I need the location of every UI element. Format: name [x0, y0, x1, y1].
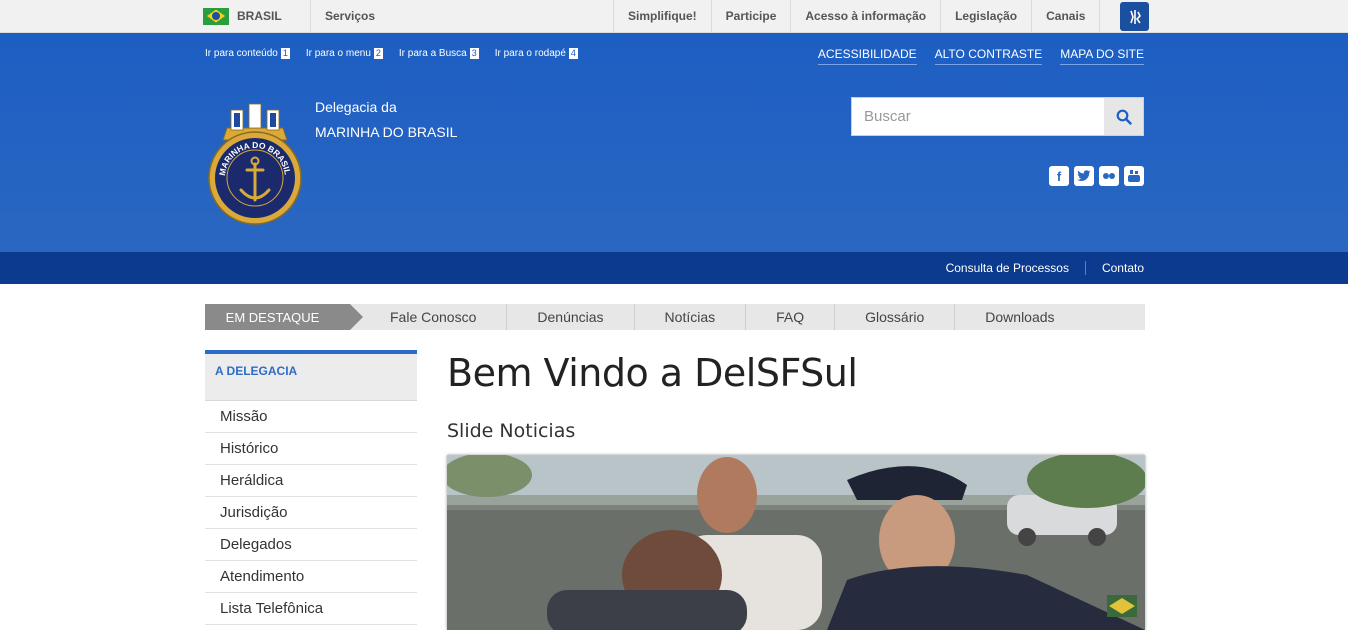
servicos-link[interactable]: Serviços — [310, 0, 375, 32]
sidebar-item-jurisdicao[interactable]: Jurisdição — [205, 497, 417, 529]
news-slide-image[interactable] — [447, 455, 1145, 630]
highlight-item-faq[interactable]: FAQ — [745, 304, 834, 330]
alto-contraste-link[interactable]: ALTO CONTRASTE — [934, 47, 1043, 65]
sidebar-heading: A DELEGACIA — [205, 350, 417, 401]
flickr-icon[interactable] — [1099, 166, 1119, 186]
sidebar-item-historico[interactable]: Histórico — [205, 433, 417, 465]
skip-link-footer[interactable]: Ir para o rodapé 4 — [495, 48, 578, 59]
sidebar-item-atendimento[interactable]: Atendimento — [205, 561, 417, 593]
page-title: Bem Vindo a DelSFSul — [447, 351, 858, 395]
mapa-do-site-link[interactable]: MAPA DO SITE — [1060, 47, 1144, 65]
social-links: f — [1049, 166, 1144, 186]
sidebar-item-missao[interactable]: Missão — [205, 401, 417, 433]
gov-links: Simplifique! Participe Acesso à informaç… — [613, 0, 1101, 32]
site-pre-title: Delegacia da — [315, 99, 397, 115]
section-title: Slide Noticias — [447, 420, 576, 442]
sidebar-item-delegados[interactable]: Delegados — [205, 529, 417, 561]
accessibility-links: ACESSIBILIDADE ALTO CONTRASTE MAPA DO SI… — [817, 47, 1144, 65]
gov-link-simplifique[interactable]: Simplifique! — [613, 0, 711, 32]
twitter-icon[interactable] — [1074, 166, 1094, 186]
search-button[interactable] — [1104, 98, 1143, 135]
skip-link-menu[interactable]: Ir para o menu 2 — [306, 48, 383, 59]
gov-link-canais[interactable]: Canais — [1031, 0, 1101, 32]
highlight-item-noticias[interactable]: Notícias — [633, 304, 746, 330]
main-content: Bem Vindo a DelSFSul Slide Noticias — [447, 350, 1145, 630]
sidebar-item-lista-telefonica[interactable]: Lista Telefônica — [205, 593, 417, 625]
search-input[interactable] — [852, 98, 1104, 135]
skip-link-content[interactable]: Ir para conteúdo 1 — [205, 48, 290, 59]
site-title-block: Delegacia da Capitania dos Portos em São… — [315, 99, 1219, 536]
highlight-items: Fale Conosco Denúncias Notícias FAQ Glos… — [373, 304, 1085, 330]
gov-link-legislacao[interactable]: Legislação — [940, 0, 1031, 32]
highlight-nav: EM DESTAQUE Fale Conosco Denúncias Notíc… — [205, 304, 1145, 330]
youtube-icon[interactable] — [1124, 166, 1144, 186]
skip-link-search[interactable]: Ir para a Busca 3 — [399, 48, 479, 59]
search-box — [851, 97, 1144, 136]
consulta-processos-link[interactable]: Consulta de Processos — [930, 261, 1086, 275]
brasil-label: BRASIL — [237, 9, 282, 23]
highlight-label: EM DESTAQUE — [205, 304, 363, 330]
gov-link-participe[interactable]: Participe — [710, 0, 791, 32]
highlight-item-downloads[interactable]: Downloads — [954, 304, 1084, 330]
sidebar-item-heraldica[interactable]: Heráldica — [205, 465, 417, 497]
gov-top-bar: BRASIL Serviços Simplifique! Participe A… — [0, 0, 1348, 33]
marinha-logo[interactable]: MARINHA DO BRASIL — [205, 98, 305, 230]
news-photo — [447, 455, 1145, 630]
site-header: Ir para conteúdo 1 Ir para o menu 2 Ir par… — [0, 33, 1348, 536]
brazil-flag-icon — [203, 7, 229, 25]
service-links: Consulta de Processos Contato — [930, 252, 1144, 284]
acessibilidade-link[interactable]: ACESSIBILIDADE — [817, 47, 917, 65]
site-subtitle: MARINHA DO BRASIL — [315, 124, 458, 140]
service-bar: Consulta de Processos Contato — [0, 252, 1348, 284]
gov-link-acesso-informacao[interactable]: Acesso à informação — [790, 0, 940, 32]
highlight-item-fale-conosco[interactable]: Fale Conosco — [373, 304, 506, 330]
brasil-link[interactable]: BRASIL — [203, 0, 282, 32]
sidebar-menu: A DELEGACIA Missão Histórico Heráldica J… — [205, 350, 417, 625]
highlight-item-glossario[interactable]: Glossário — [834, 304, 954, 330]
contato-link[interactable]: Contato — [1086, 261, 1144, 275]
skip-links: Ir para conteúdo 1 Ir para o menu 2 Ir par… — [205, 48, 578, 59]
facebook-icon[interactable]: f — [1049, 166, 1069, 186]
vlibras-icon[interactable] — [1120, 2, 1149, 31]
highlight-item-denuncias[interactable]: Denúncias — [506, 304, 633, 330]
search-icon — [1116, 109, 1132, 125]
